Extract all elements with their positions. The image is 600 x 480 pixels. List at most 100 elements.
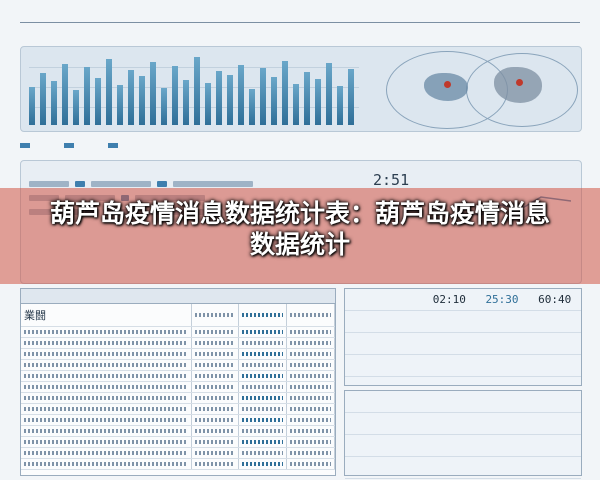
- table-cell: [238, 425, 288, 437]
- table-cell: [286, 359, 335, 371]
- chart-bar: [194, 57, 200, 125]
- table-cell: [286, 436, 335, 448]
- stat-value: 60:40: [538, 293, 572, 306]
- table-cell: [238, 436, 288, 448]
- chart-bar: [51, 81, 57, 125]
- table-cell: [238, 381, 288, 393]
- summary-stat: 2:51: [373, 171, 410, 189]
- table-cell: [286, 337, 335, 349]
- table-cell: [191, 403, 240, 415]
- table-row: [21, 381, 335, 393]
- table-cell: [238, 337, 288, 349]
- stats-panel-bottom: [344, 390, 582, 479]
- table-cell: [191, 359, 240, 371]
- table-row: [21, 403, 335, 415]
- chart-bar: [238, 65, 244, 125]
- table-cell: [21, 458, 192, 470]
- table-row: [21, 392, 335, 404]
- table-cell: [286, 458, 335, 470]
- map-view[interactable]: [366, 47, 581, 131]
- chart-bar: [304, 72, 310, 125]
- header-divider: [20, 22, 580, 23]
- chart-bar: [95, 78, 101, 125]
- chart-bar: [282, 61, 288, 125]
- table-cell: [238, 447, 288, 459]
- table-cell: [238, 303, 288, 327]
- chart-bar: [293, 84, 299, 125]
- table-cell: [21, 370, 192, 382]
- chart-legend: [20, 138, 580, 152]
- table-cell: [21, 436, 192, 448]
- legend-item: [20, 142, 30, 148]
- table-row: 業闘: [21, 303, 335, 327]
- chart-bar: [249, 89, 255, 125]
- table-cell: [191, 414, 240, 426]
- table-cell: [238, 348, 288, 360]
- table-cell: [286, 303, 335, 327]
- table-cell: [191, 326, 240, 338]
- table-cell: [286, 370, 335, 382]
- table-cell: [191, 381, 240, 393]
- table-cell: [286, 414, 335, 426]
- table-cell: [238, 359, 288, 371]
- table-cell: [21, 326, 192, 338]
- chart-bar: [183, 80, 189, 125]
- stat-row: [345, 435, 581, 457]
- chart-bar: [260, 68, 266, 125]
- bar-chart: [29, 55, 359, 125]
- table-cell: [286, 392, 335, 404]
- table-cell: [238, 392, 288, 404]
- chart-bar: [62, 64, 68, 125]
- table-cell: [286, 447, 335, 459]
- overlay-caption: 葫芦岛疫情消息数据统计表：葫芦岛疫情消息数据统计: [49, 199, 550, 259]
- chart-bar: [216, 71, 222, 125]
- header-subrow: [20, 26, 580, 40]
- stat-row: [345, 457, 581, 479]
- table-cell: [21, 337, 192, 349]
- stat-row: [345, 391, 581, 413]
- table-row: [21, 458, 335, 470]
- table-cell: [286, 403, 335, 415]
- chart-bar: [29, 87, 35, 125]
- table-cell: [21, 381, 192, 393]
- table-row: [21, 447, 335, 459]
- table-cell: [238, 458, 288, 470]
- table-header-cell: [191, 289, 239, 304]
- table-row: [21, 436, 335, 448]
- table-row: [21, 337, 335, 349]
- table-cell: [191, 348, 240, 360]
- table-row: [21, 414, 335, 426]
- chart-bar: [326, 63, 332, 125]
- table-cell: [21, 403, 192, 415]
- table-row: [21, 425, 335, 437]
- table-cell: [238, 403, 288, 415]
- stat-row: [345, 333, 581, 355]
- table-cell: [238, 326, 288, 338]
- chart-bar: [73, 90, 79, 125]
- dashboard-page: 2:51 葫芦岛疫情消息数据统计表：葫芦岛疫情消息数据统计 業闘 02:10 2…: [0, 0, 600, 480]
- chart-bar: [150, 62, 156, 125]
- table-cell: [21, 447, 192, 459]
- table-cell: [21, 392, 192, 404]
- table-cell: [191, 436, 240, 448]
- table-cell: [286, 326, 335, 338]
- table-cell: [21, 425, 192, 437]
- chart-bar: [128, 70, 134, 125]
- table-cell: [21, 414, 192, 426]
- chart-bar: [139, 76, 145, 125]
- stat-row: [345, 413, 581, 435]
- top-chart-panel: [20, 46, 582, 132]
- chart-bar: [227, 75, 233, 125]
- table-cell: [191, 337, 240, 349]
- table-row: [21, 326, 335, 338]
- chart-bar: [172, 66, 178, 125]
- chart-bar: [161, 88, 167, 125]
- location-pin-icon[interactable]: [516, 79, 523, 86]
- table-header-cell: [21, 289, 192, 304]
- table-row: [21, 359, 335, 371]
- table-row: [21, 348, 335, 360]
- data-table-panel: 業闘: [20, 288, 336, 476]
- table-cell: [238, 414, 288, 426]
- location-pin-icon[interactable]: [444, 81, 451, 88]
- chart-bar: [40, 73, 46, 125]
